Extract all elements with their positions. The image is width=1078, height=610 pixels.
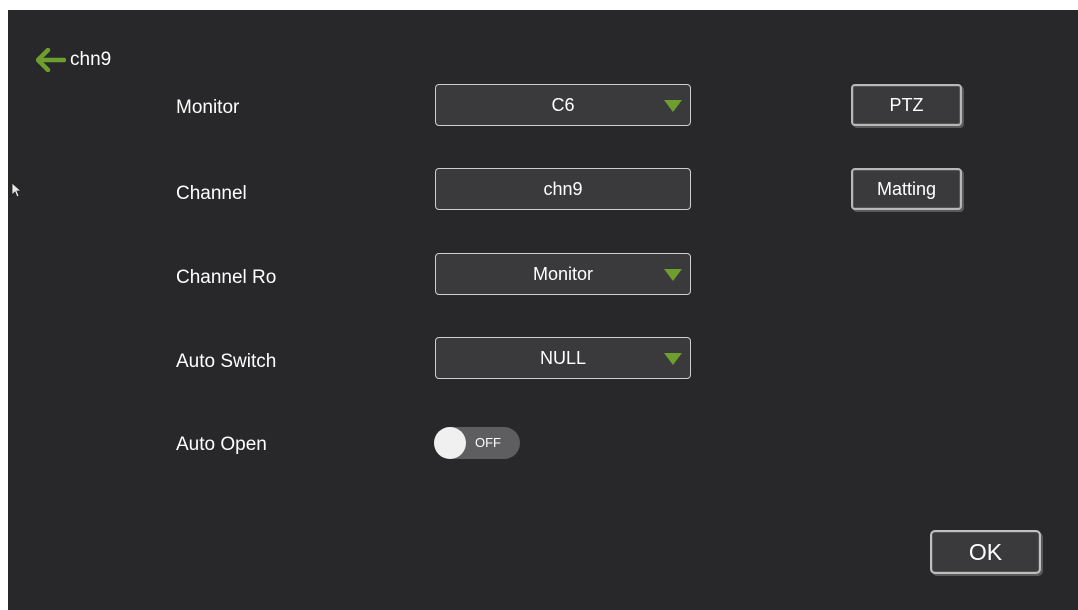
page-title: chn9: [70, 49, 112, 70]
auto-open-label: Auto Open: [176, 434, 267, 455]
auto-switch-dropdown[interactable]: NULL: [435, 337, 691, 379]
dropdown-caret-icon: [664, 353, 682, 365]
auto-switch-label: Auto Switch: [176, 351, 277, 372]
matting-button[interactable]: Matting: [851, 168, 962, 210]
monitor-label: Monitor: [176, 97, 240, 118]
auto-switch-value: NULL: [539, 347, 587, 368]
channel-name-input[interactable]: chn9: [435, 168, 691, 210]
auto-open-toggle[interactable]: OFF: [434, 427, 520, 459]
monitor-value: C6: [551, 94, 575, 115]
dropdown-caret-icon: [664, 269, 682, 281]
back-button[interactable]: chn9: [36, 45, 111, 75]
mouse-pointer-icon: [11, 182, 21, 198]
channel-role-dropdown[interactable]: Monitor: [435, 253, 691, 295]
left-arrow-icon: [36, 48, 66, 72]
channel-label: Channel: [176, 183, 247, 204]
settings-screen: chn9 Monitor C6 PTZ Channel chn9 Matting…: [8, 10, 1078, 610]
channel-value: chn9: [543, 178, 583, 199]
ptz-button[interactable]: PTZ: [851, 84, 962, 126]
ok-button[interactable]: OK: [930, 530, 1041, 574]
dropdown-caret-icon: [664, 100, 682, 112]
channel-role-label: Channel Ro: [176, 267, 277, 288]
toggle-knob: [434, 427, 466, 459]
toggle-state-text: OFF: [475, 435, 501, 450]
channel-role-value: Monitor: [532, 263, 594, 284]
monitor-dropdown[interactable]: C6: [435, 84, 691, 126]
